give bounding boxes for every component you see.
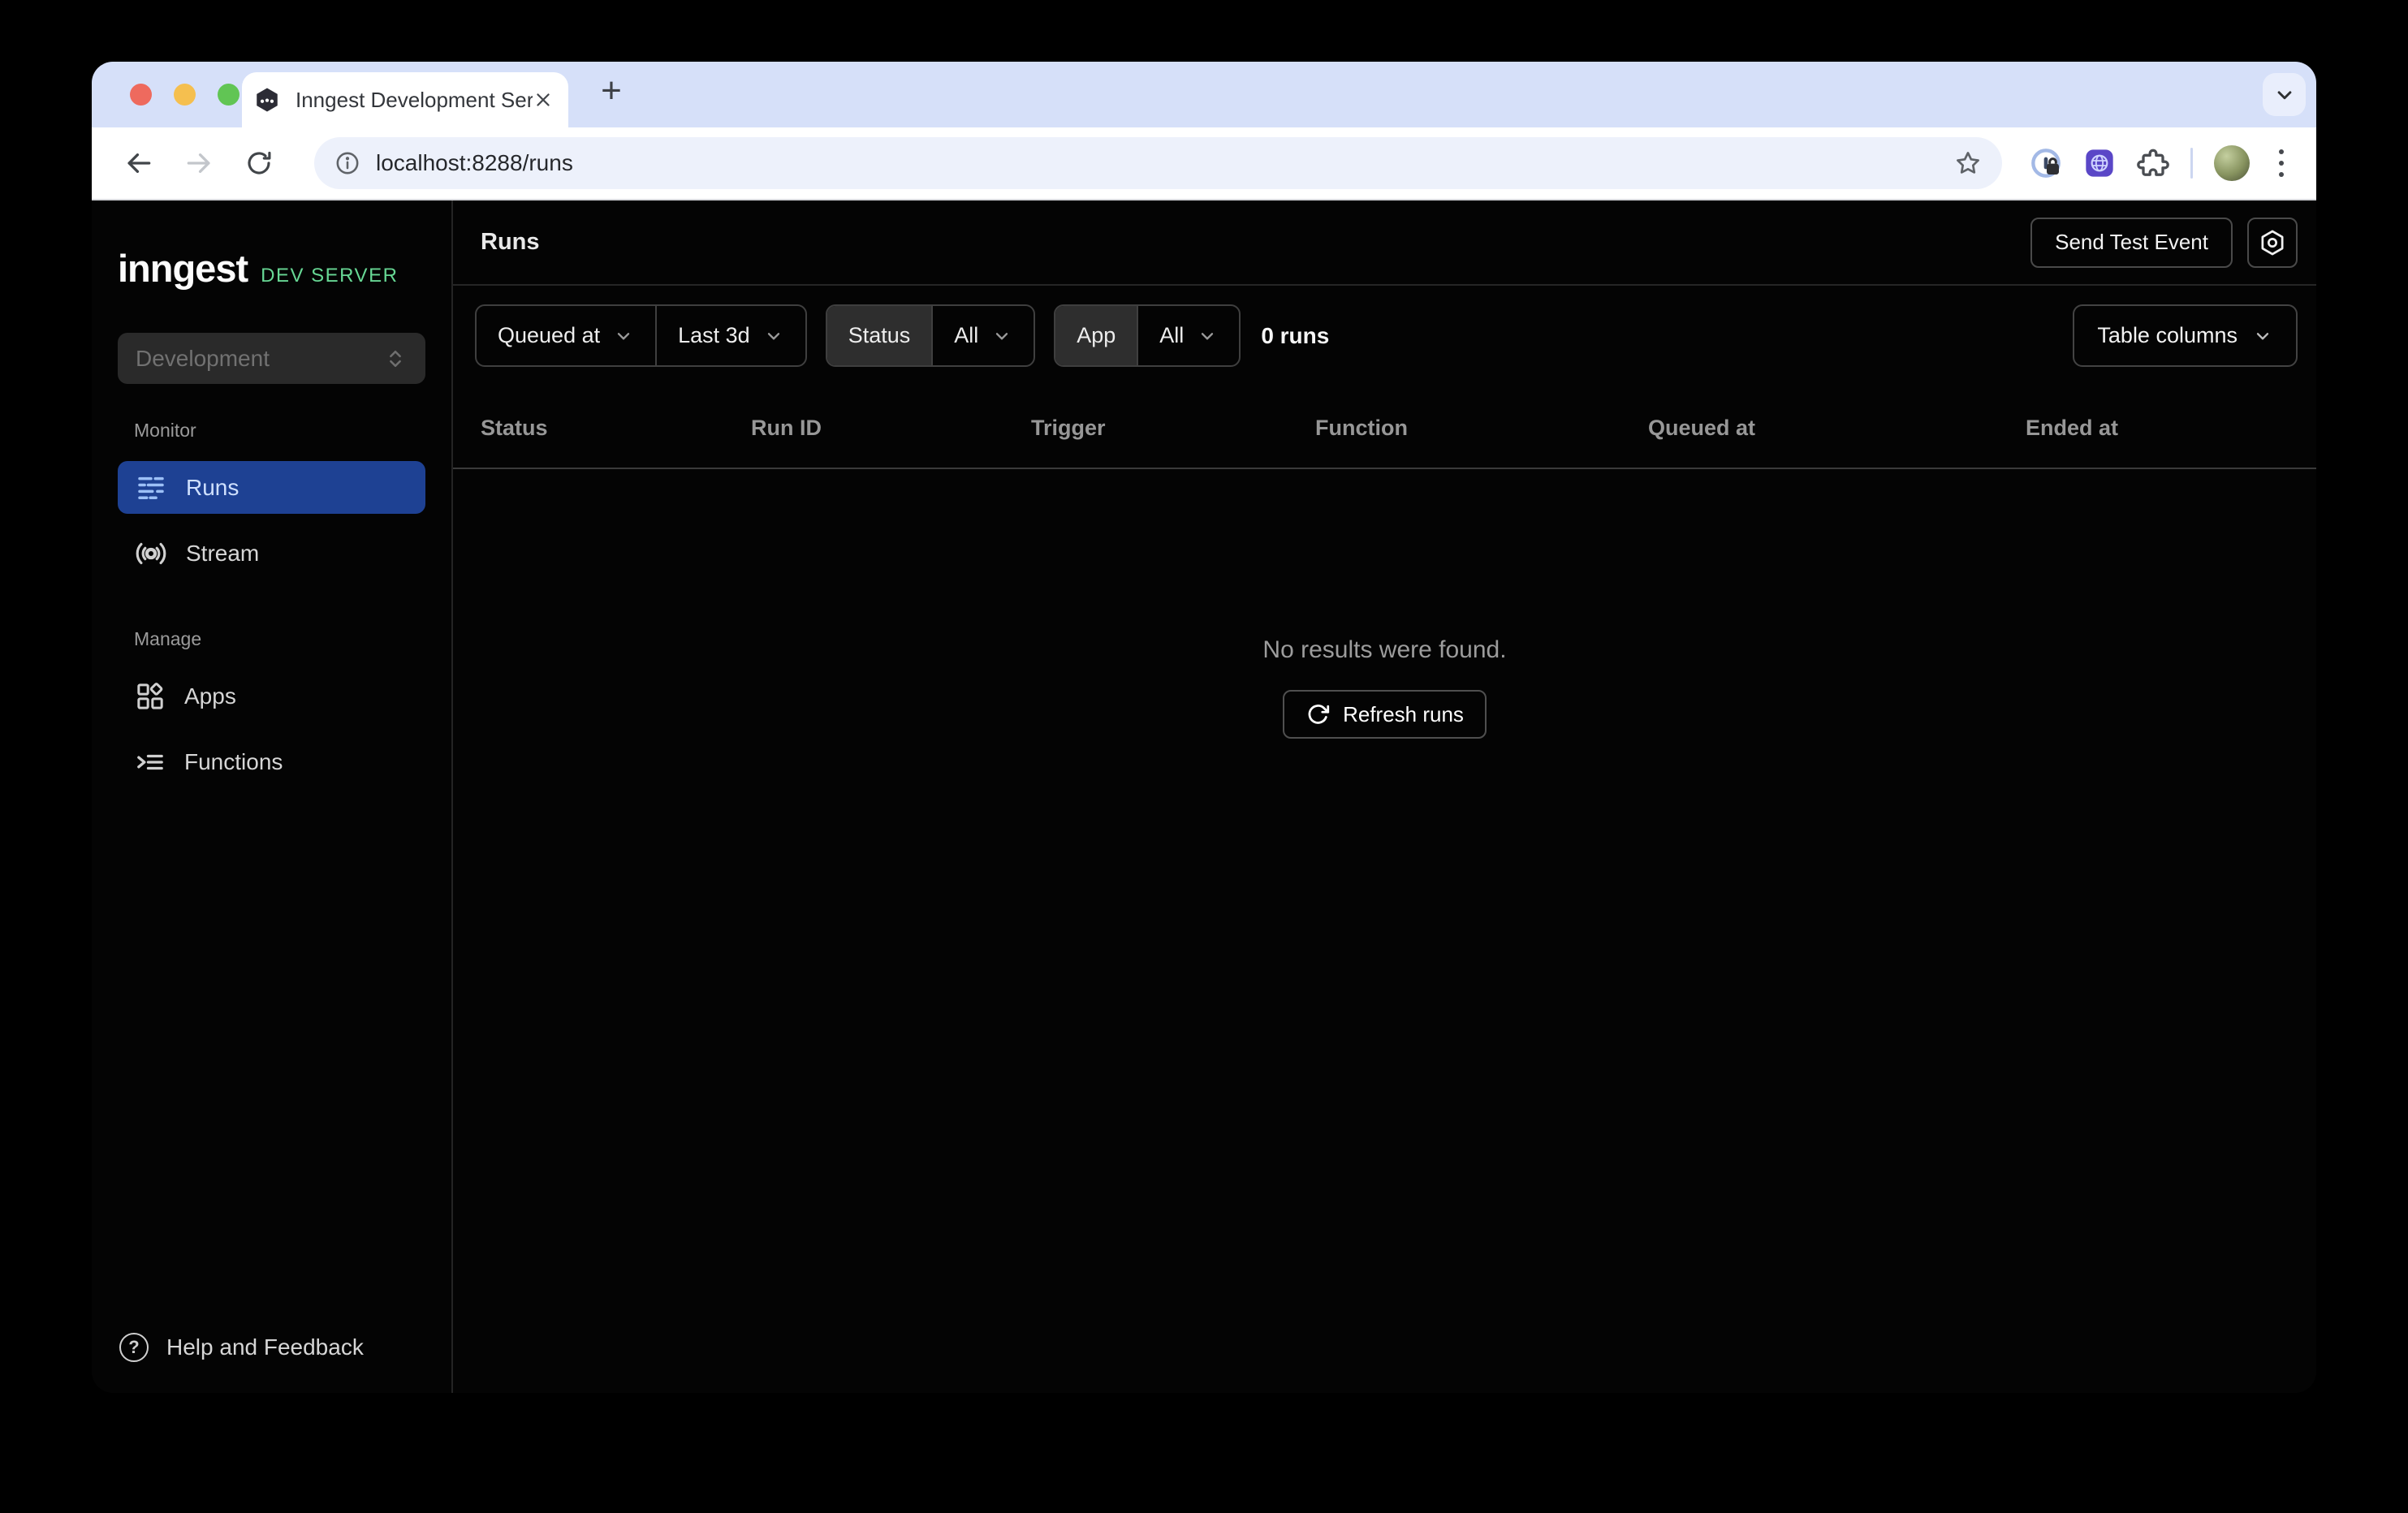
traffic-lights bbox=[130, 84, 240, 106]
browser-toolbar: localhost:8288/runs bbox=[92, 127, 2316, 200]
sidebar-item-label: Apps bbox=[184, 683, 236, 709]
bookmark-star-icon[interactable] bbox=[1953, 149, 1983, 178]
status-filter-value: All bbox=[954, 323, 979, 347]
browser-window: Inngest Development Server + localhost:8… bbox=[92, 62, 2316, 1393]
empty-state-message: No results were found. bbox=[1262, 636, 1507, 663]
environment-select-value: Development bbox=[136, 345, 270, 371]
page-title: Runs bbox=[481, 229, 540, 255]
table-header-row: Status Run ID Trigger Function Queued at… bbox=[453, 388, 2316, 469]
settings-button[interactable] bbox=[2247, 217, 2298, 268]
empty-state: No results were found. Refresh runs bbox=[453, 469, 2316, 1393]
runs-count: 0 runs bbox=[1261, 322, 1330, 348]
chevron-down-icon bbox=[2256, 332, 2269, 339]
app-filter-group: App All bbox=[1054, 304, 1241, 367]
apps-grid-icon bbox=[134, 680, 166, 713]
purple-extension-icon[interactable] bbox=[2083, 147, 2116, 179]
sidebar-item-label: Stream bbox=[186, 540, 260, 566]
gear-icon bbox=[2258, 228, 2287, 257]
help-circle-icon: ? bbox=[119, 1333, 149, 1362]
inngest-logo: inngest bbox=[118, 247, 248, 290]
section-label-manage: Manage bbox=[134, 628, 202, 649]
toolbar-divider bbox=[2190, 148, 2193, 179]
column-header-ended-at: Ended at bbox=[2026, 415, 2119, 440]
sidebar-item-label: Functions bbox=[184, 748, 283, 774]
url-text[interactable]: localhost:8288/runs bbox=[376, 150, 1939, 176]
runs-list-icon bbox=[134, 471, 168, 505]
main-panel: Runs Send Test Event Queued at Last 3d S… bbox=[453, 200, 2316, 1393]
header-actions: Send Test Event bbox=[2030, 217, 2298, 268]
table-columns-button[interactable]: Table columns bbox=[2073, 304, 2298, 367]
tab-search-chevron-button[interactable] bbox=[2263, 73, 2306, 116]
tab-title: Inngest Development Server bbox=[296, 87, 533, 112]
sidebar-item-apps[interactable]: Apps bbox=[118, 670, 425, 722]
chevron-down-icon bbox=[617, 332, 630, 339]
inngest-favicon-icon bbox=[253, 86, 281, 114]
site-info-icon[interactable] bbox=[334, 149, 361, 177]
sidebar-item-label: Runs bbox=[186, 474, 240, 500]
toolbar-extensions bbox=[2030, 145, 2292, 181]
app-filter-label: App bbox=[1055, 306, 1137, 365]
main-header: Runs Send Test Event bbox=[453, 200, 2316, 286]
sidebar-item-functions[interactable]: Functions bbox=[118, 735, 425, 788]
sidebar-item-stream[interactable]: Stream bbox=[118, 527, 425, 580]
password-manager-extension-icon[interactable] bbox=[2030, 147, 2062, 179]
sidebar: inngest DEV SERVER Development Monitor R… bbox=[92, 200, 453, 1393]
help-label: Help and Feedback bbox=[166, 1334, 364, 1360]
refresh-runs-label: Refresh runs bbox=[1343, 701, 1464, 726]
logo-row: inngest DEV SERVER bbox=[92, 246, 451, 291]
status-filter-group: Status All bbox=[825, 304, 1036, 367]
chevron-down-icon bbox=[1202, 332, 1214, 339]
environment-select[interactable]: Development bbox=[118, 333, 425, 384]
chevron-down-icon bbox=[996, 332, 1008, 339]
app-filter-value: All bbox=[1159, 323, 1185, 347]
maximize-window-button[interactable] bbox=[218, 84, 240, 106]
sidebar-item-runs[interactable]: Runs bbox=[118, 461, 425, 514]
browser-menu-icon[interactable] bbox=[2271, 146, 2292, 180]
section-label-monitor: Monitor bbox=[134, 420, 196, 441]
stream-broadcast-icon bbox=[134, 537, 168, 571]
browser-tab[interactable]: Inngest Development Server bbox=[242, 72, 568, 127]
back-icon[interactable] bbox=[116, 140, 162, 186]
refresh-runs-button[interactable]: Refresh runs bbox=[1283, 690, 1487, 739]
help-and-feedback[interactable]: ? Help and Feedback bbox=[92, 1333, 451, 1362]
tab-close-icon[interactable] bbox=[533, 89, 554, 110]
dev-server-badge: DEV SERVER bbox=[261, 265, 399, 287]
refresh-icon bbox=[1305, 702, 1330, 726]
address-bar[interactable]: localhost:8288/runs bbox=[314, 137, 2002, 189]
reload-icon[interactable] bbox=[236, 140, 282, 186]
extensions-puzzle-icon[interactable] bbox=[2137, 147, 2169, 179]
app-content: inngest DEV SERVER Development Monitor R… bbox=[92, 200, 2316, 1393]
table-columns-label: Table columns bbox=[2097, 323, 2238, 347]
profile-avatar[interactable] bbox=[2214, 145, 2250, 181]
column-header-function: Function bbox=[1315, 415, 1408, 440]
time-field-dropdown[interactable]: Queued at bbox=[477, 306, 655, 365]
status-filter-dropdown[interactable]: All bbox=[931, 306, 1034, 365]
updown-chevron-icon bbox=[383, 347, 408, 371]
minimize-window-button[interactable] bbox=[174, 84, 196, 106]
time-range-dropdown[interactable]: Last 3d bbox=[655, 306, 805, 365]
forward-icon[interactable] bbox=[176, 140, 222, 186]
column-header-run-id: Run ID bbox=[751, 415, 822, 440]
column-header-queued-at: Queued at bbox=[1648, 415, 1756, 440]
time-range-value: Last 3d bbox=[678, 323, 750, 347]
chevron-down-icon bbox=[767, 332, 779, 339]
app-filter-dropdown[interactable]: All bbox=[1137, 306, 1239, 365]
new-tab-button[interactable]: + bbox=[589, 68, 634, 114]
status-filter-label: Status bbox=[826, 306, 932, 365]
functions-list-icon bbox=[134, 746, 166, 778]
send-test-event-button[interactable]: Send Test Event bbox=[2030, 217, 2233, 268]
close-window-button[interactable] bbox=[130, 84, 152, 106]
column-header-trigger: Trigger bbox=[1031, 415, 1106, 440]
time-field-value: Queued at bbox=[498, 323, 601, 347]
column-header-status: Status bbox=[481, 415, 548, 440]
filter-bar: Queued at Last 3d Status All App All 0 r… bbox=[453, 286, 2316, 388]
time-filter-group: Queued at Last 3d bbox=[475, 304, 807, 367]
tab-strip: Inngest Development Server + bbox=[92, 62, 2316, 127]
